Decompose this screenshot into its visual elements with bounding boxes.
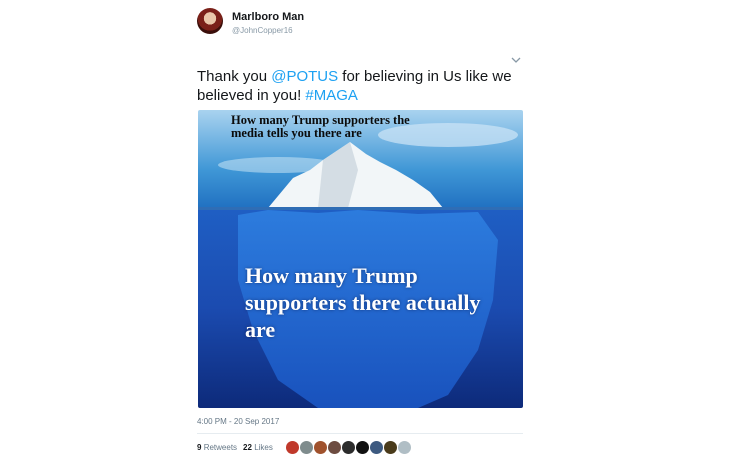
retweets-count: 9 <box>197 443 202 452</box>
tweet-stats: 9 Retweets 22 Likes <box>197 443 273 452</box>
likes-count: 22 <box>243 443 252 452</box>
liker-avatar[interactable] <box>342 441 355 454</box>
iceberg-illustration <box>198 110 523 408</box>
hashtag-link[interactable]: #MAGA <box>305 87 358 104</box>
image-bottom-caption: How many Trump supporters there actually… <box>245 263 481 342</box>
author-name[interactable]: Marlboro Man <box>232 11 304 23</box>
liker-avatars <box>286 441 411 454</box>
tweet-text: Thank you @POTUS for believing in Us lik… <box>197 67 527 105</box>
liker-avatar[interactable] <box>384 441 397 454</box>
retweets-stat[interactable]: 9 Retweets <box>197 443 237 452</box>
liker-avatar[interactable] <box>370 441 383 454</box>
tweet-image[interactable]: How many Trump supporters the media tell… <box>198 110 523 408</box>
tweet-text-start: Thank you <box>197 68 272 85</box>
retweets-label: Retweets <box>203 443 238 452</box>
liker-avatar[interactable] <box>328 441 341 454</box>
mention-link[interactable]: @POTUS <box>271 68 338 85</box>
liker-avatar[interactable] <box>286 441 299 454</box>
liker-avatar[interactable] <box>314 441 327 454</box>
image-top-caption: How many Trump supporters the media tell… <box>231 113 410 140</box>
chevron-down-icon[interactable] <box>511 56 521 64</box>
likes-stat[interactable]: 22 Likes <box>243 443 273 452</box>
liker-avatar[interactable] <box>398 441 411 454</box>
author-avatar[interactable] <box>197 8 223 34</box>
liker-avatar[interactable] <box>356 441 369 454</box>
author-handle[interactable]: @JohnCopper16 <box>232 26 293 35</box>
liker-avatar[interactable] <box>300 441 313 454</box>
likes-label: Likes <box>254 443 273 452</box>
tweet-timestamp[interactable]: 4:00 PM - 20 Sep 2017 <box>197 417 279 426</box>
divider <box>197 433 523 434</box>
